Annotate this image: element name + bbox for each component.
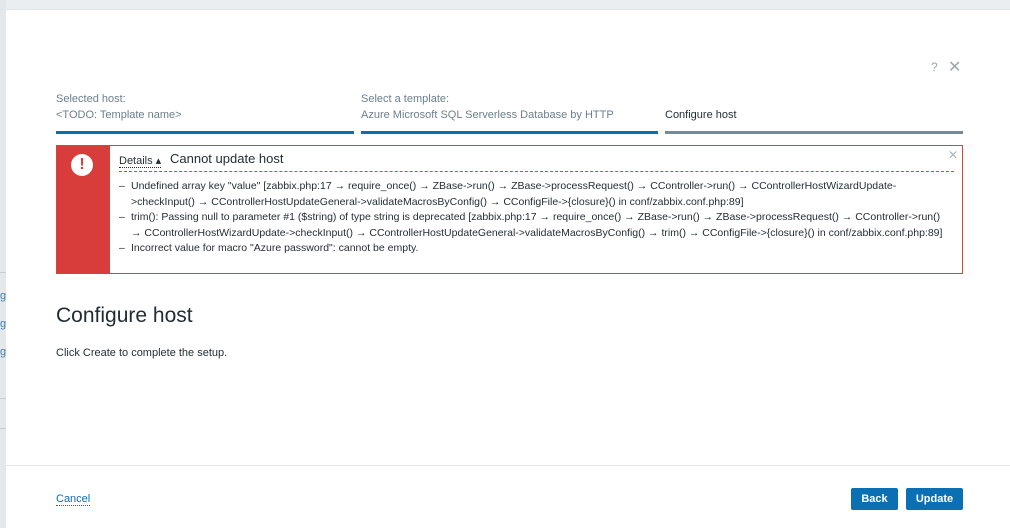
cancel-link[interactable]: Cancel (56, 493, 91, 506)
host-wizard-dialog: ? ✕ Selected host: <TODO: Template name>… (6, 9, 1010, 528)
close-dialog-icon[interactable]: ✕ (948, 57, 961, 77)
exclamation-icon: ! (71, 154, 93, 176)
step-value: <TODO: Template name> (56, 109, 182, 121)
step-label: Select a template: (361, 93, 450, 105)
footer-divider (6, 465, 1010, 466)
list-dash: – (119, 180, 125, 192)
close-message-icon[interactable]: ✕ (948, 148, 958, 162)
error-details-list: – Undefined array key "value" [zabbix.ph… (119, 179, 949, 257)
list-item: – Incorrect value for macro "Azure passw… (119, 241, 949, 257)
step-value: Azure Microsoft SQL Serverless Database … (361, 109, 614, 121)
update-button[interactable]: Update (906, 488, 963, 510)
step-configure-host[interactable]: Configure host (665, 92, 963, 134)
error-icon-column: ! (57, 146, 110, 273)
error-message-box: ! Details ▴ Cannot update host ✕ – Undef… (56, 145, 963, 274)
step-select-template[interactable]: Select a template: Azure Microsoft SQL S… (361, 92, 658, 134)
list-item: – trim(): Passing null to parameter #1 (… (119, 210, 949, 241)
step-selected-host[interactable]: Selected host: <TODO: Template name> (56, 92, 354, 134)
message-divider (119, 171, 954, 172)
wizard-steps: Selected host: <TODO: Template name> Sel… (56, 92, 963, 134)
page-title: Configure host (56, 304, 193, 327)
step-value: Configure host (665, 109, 737, 121)
list-dash: – (119, 211, 125, 223)
help-icon[interactable]: ? (931, 60, 938, 74)
details-toggle[interactable]: Details ▴ (119, 154, 162, 168)
list-item: – Undefined array key "value" [zabbix.ph… (119, 179, 949, 210)
error-detail-text: trim(): Passing null to parameter #1 ($s… (131, 211, 943, 239)
error-title: Cannot update host (170, 151, 284, 166)
error-detail-text: Undefined array key "value" [zabbix.php:… (131, 180, 897, 208)
page-description: Click Create to complete the setup. (56, 347, 228, 359)
step-label: Selected host: (56, 93, 126, 105)
back-button[interactable]: Back (851, 488, 898, 510)
list-dash: – (119, 242, 125, 254)
error-detail-text: Incorrect value for macro "Azure passwor… (131, 242, 419, 254)
